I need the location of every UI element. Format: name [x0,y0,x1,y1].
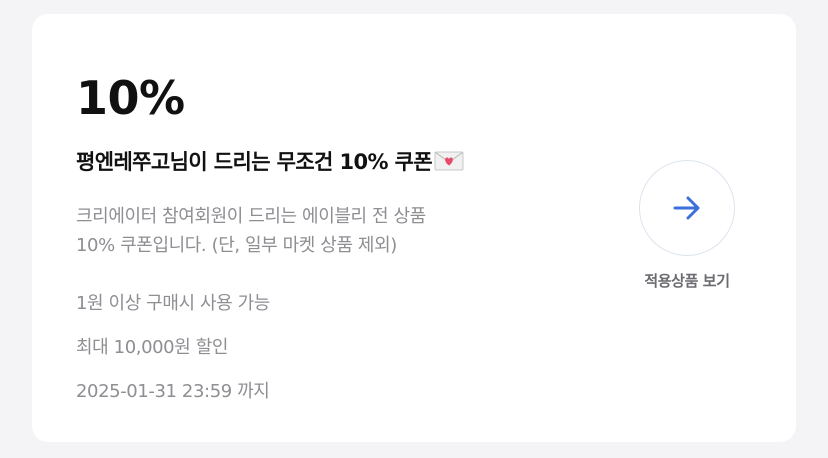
max-discount-condition: 최대 10,000원 할인 [76,337,229,358]
discount-value: 10% [76,71,185,125]
coupon-description: 크리에이터 참여회원이 드리는 에이블리 전 상품 10% 쿠폰입니다. (단,… [76,202,556,260]
view-applicable-products-button[interactable]: 적용상품 보기 [622,160,752,291]
view-products-circle-button[interactable] [639,160,735,256]
coupon-card: 10% 평엔레쭈고님이 드리는 무조건 10% 쿠폰 크리에이터 참여회원이 드… [32,14,796,442]
expiry-date: 2025-01-31 23:59 까지 [76,381,270,402]
coupon-title-row: 평엔레쭈고님이 드리는 무조건 10% 쿠폰 [76,146,464,176]
arrow-right-icon [673,196,700,220]
description-line: 10% 쿠폰입니다. (단, 일부 마켓 상품 제외) [76,235,397,256]
coupon-title: 평엔레쭈고님이 드리는 무조건 10% 쿠폰 [76,150,433,174]
envelope-heart-icon [434,151,464,171]
description-line: 크리에이터 참여회원이 드리는 에이블리 전 상품 [76,206,426,227]
view-products-label[interactable]: 적용상품 보기 [644,270,730,291]
min-purchase-condition: 1원 이상 구매시 사용 가능 [76,293,270,314]
